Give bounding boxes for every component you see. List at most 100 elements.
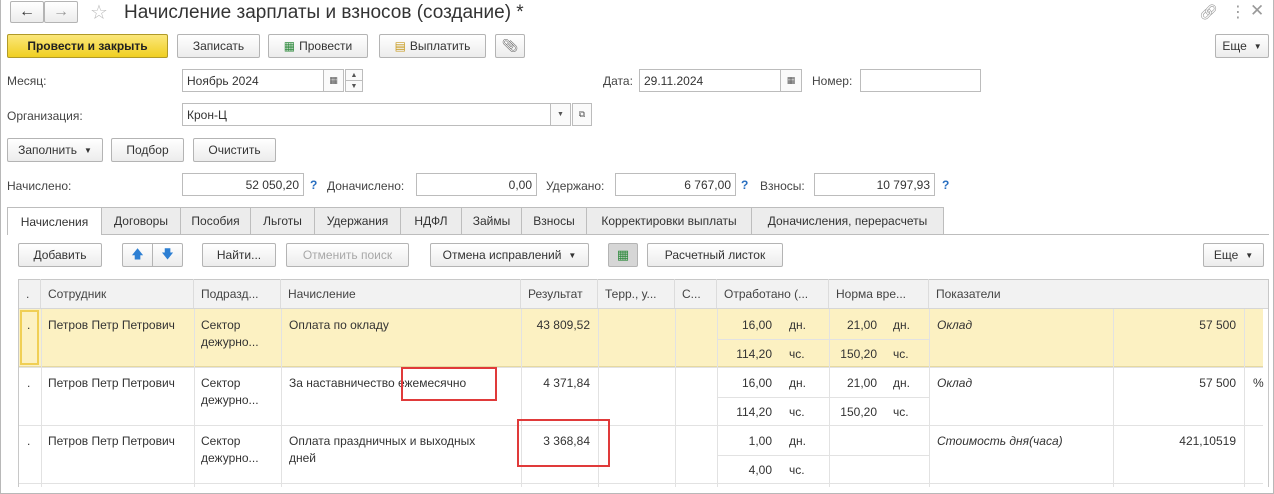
col-header-indicators[interactable]: Показатели xyxy=(929,279,1263,308)
row2-result[interactable]: 4 371,84 xyxy=(522,376,590,390)
caret-down-icon: ▼ xyxy=(1245,250,1254,260)
row2-norm-hours-unit: чс. xyxy=(893,405,909,419)
caret-down-icon: ▼ xyxy=(84,145,92,155)
date-field[interactable]: 29.11.2024 xyxy=(639,69,781,92)
link-icon[interactable]: 🔗︎ xyxy=(1199,3,1218,21)
row1-employee[interactable]: Петров Петр Петрович xyxy=(48,318,175,332)
organization-dropdown-icon[interactable]: ▼ xyxy=(550,103,571,126)
tab-loans[interactable]: Займы xyxy=(461,207,522,234)
close-icon[interactable]: ✕ xyxy=(1250,1,1264,21)
tab-privileges[interactable]: Льготы xyxy=(250,207,315,234)
col-header-n[interactable]: . xyxy=(19,279,41,308)
withheld-label: Удержано: xyxy=(546,179,605,193)
post-and-close-button[interactable]: Провести и закрыть xyxy=(7,34,168,58)
post-button[interactable]: ▦ Провести xyxy=(268,34,368,58)
col-header-result[interactable]: Результат xyxy=(521,279,598,308)
tab-contributions[interactable]: Взносы xyxy=(521,207,587,234)
col-header-territory[interactable]: Терр., у... xyxy=(598,279,675,308)
row2-division-2[interactable]: дежурно... xyxy=(201,393,259,407)
accrued-help-icon[interactable]: ? xyxy=(310,178,317,192)
row1-indicator[interactable]: Оклад xyxy=(937,318,972,332)
row1-division-1[interactable]: Сектор xyxy=(201,318,240,332)
row3-indicator[interactable]: Стоимость дня(часа) xyxy=(937,434,1063,448)
post-icon: ▦ xyxy=(283,39,296,53)
clear-button[interactable]: Очистить xyxy=(193,138,276,162)
row1-worked-hours[interactable]: 114,20 xyxy=(718,347,772,361)
row2-worked-hours[interactable]: 114,20 xyxy=(718,405,772,419)
back-button[interactable]: ← xyxy=(10,1,44,23)
forward-button[interactable]: → xyxy=(44,1,78,23)
move-up-button[interactable]: 🡅 xyxy=(122,243,153,267)
col-header-norm[interactable]: Норма вре... xyxy=(829,279,929,308)
row1-result[interactable]: 43 809,52 xyxy=(522,318,590,332)
row2-division-1[interactable]: Сектор xyxy=(201,376,240,390)
row3-worked-hours[interactable]: 4,00 xyxy=(718,463,772,477)
grid-col-line xyxy=(1113,309,1114,487)
row1-norm-hours[interactable]: 150,20 xyxy=(830,347,877,361)
row1-indicator-value[interactable]: 57 500 xyxy=(1114,318,1236,332)
row3-employee[interactable]: Петров Петр Петрович xyxy=(48,434,175,448)
calendar-icon[interactable]: ▦ xyxy=(323,69,344,92)
pay-button[interactable]: ▤ Выплатить xyxy=(379,34,486,58)
row2-norm-hours[interactable]: 150,20 xyxy=(830,405,877,419)
row3-division-1[interactable]: Сектор xyxy=(201,434,240,448)
tab-deductions[interactable]: Удержания xyxy=(314,207,401,234)
row2-indicator-value[interactable]: 57 500 xyxy=(1114,376,1236,390)
tab-benefits[interactable]: Пособия xyxy=(180,207,251,234)
col-header-employee[interactable]: Сотрудник xyxy=(41,279,194,308)
menu-dots-icon[interactable]: ⋮ xyxy=(1230,2,1246,22)
col-header-division[interactable]: Подразд... xyxy=(194,279,281,308)
organization-field[interactable]: Крон-Ц xyxy=(182,103,551,126)
more-button[interactable]: Еще ▼ xyxy=(1215,34,1269,58)
date-calendar-icon[interactable]: ▦ xyxy=(780,69,802,92)
col-header-worked[interactable]: Отработано (... xyxy=(717,279,829,308)
add-button[interactable]: Добавить xyxy=(18,243,102,267)
row1-accrual[interactable]: Оплата по окладу xyxy=(289,318,389,332)
table-more-button[interactable]: Еще ▼ xyxy=(1203,243,1264,267)
favorite-star-icon[interactable]: ☆ xyxy=(90,0,108,25)
move-down-button[interactable]: 🡇 xyxy=(152,243,183,267)
cancel-corrections-button[interactable]: Отмена исправлений ▼ xyxy=(430,243,589,267)
pay-button-label: Выплатить xyxy=(409,39,471,53)
additional-label: Доначислено: xyxy=(327,179,405,193)
tab-ndfl[interactable]: НДФЛ xyxy=(400,207,462,234)
tab-accruals[interactable]: Начисления xyxy=(7,207,102,235)
grid-row-line xyxy=(19,483,1263,484)
row2-indicator[interactable]: Оклад xyxy=(937,376,972,390)
select-button[interactable]: Подбор xyxy=(111,138,184,162)
tab-payment-corrections[interactable]: Корректировки выплаты xyxy=(586,207,752,234)
col-header-accrual[interactable]: Начисление xyxy=(281,279,521,308)
organization-open-icon[interactable]: ⧉ xyxy=(572,103,592,126)
payslip-button[interactable]: Расчетный листок xyxy=(647,243,783,267)
month-down-icon[interactable]: ▼ xyxy=(345,80,363,92)
cancel-search-button[interactable]: Отменить поиск xyxy=(286,243,409,267)
row2-norm-days[interactable]: 21,00 xyxy=(830,376,877,390)
row2-n: . xyxy=(27,376,31,390)
tab-recalculations[interactable]: Доначисления, перерасчеты xyxy=(751,207,944,234)
tab-contracts[interactable]: Договоры xyxy=(101,207,181,234)
row1-worked-days[interactable]: 16,00 xyxy=(718,318,772,332)
row2-hours-unit: чс. xyxy=(789,405,805,419)
row3-accrual-2[interactable]: дней xyxy=(289,451,316,465)
table-view-button[interactable]: ▦ xyxy=(608,243,638,267)
row3-worked-days[interactable]: 1,00 xyxy=(718,434,772,448)
number-field[interactable] xyxy=(860,69,981,92)
row1-division-2[interactable]: дежурно... xyxy=(201,335,259,349)
row2-employee[interactable]: Петров Петр Петрович xyxy=(48,376,175,390)
row3-division-2[interactable]: дежурно... xyxy=(201,451,259,465)
withheld-help-icon[interactable]: ? xyxy=(741,178,748,192)
row3-indicator-value[interactable]: 421,10519 xyxy=(1114,434,1236,448)
month-field[interactable]: Ноябрь 2024 xyxy=(182,69,324,92)
find-button[interactable]: Найти... xyxy=(202,243,276,267)
row3-accrual-1[interactable]: Оплата праздничных и выходных xyxy=(289,434,475,448)
contributions-help-icon[interactable]: ? xyxy=(942,178,949,192)
fill-button[interactable]: Заполнить ▼ xyxy=(7,138,103,162)
window-title: Начисление зарплаты и взносов (создание)… xyxy=(124,2,524,23)
caret-down-icon: ▼ xyxy=(568,250,577,260)
row1-norm-days[interactable]: 21,00 xyxy=(830,318,877,332)
write-button[interactable]: Записать xyxy=(177,34,260,58)
attach-button[interactable]: 📎︎ xyxy=(495,34,525,58)
row2-worked-days[interactable]: 16,00 xyxy=(718,376,772,390)
grid-subrow-line xyxy=(717,455,929,456)
col-header-c[interactable]: С... xyxy=(675,279,717,308)
